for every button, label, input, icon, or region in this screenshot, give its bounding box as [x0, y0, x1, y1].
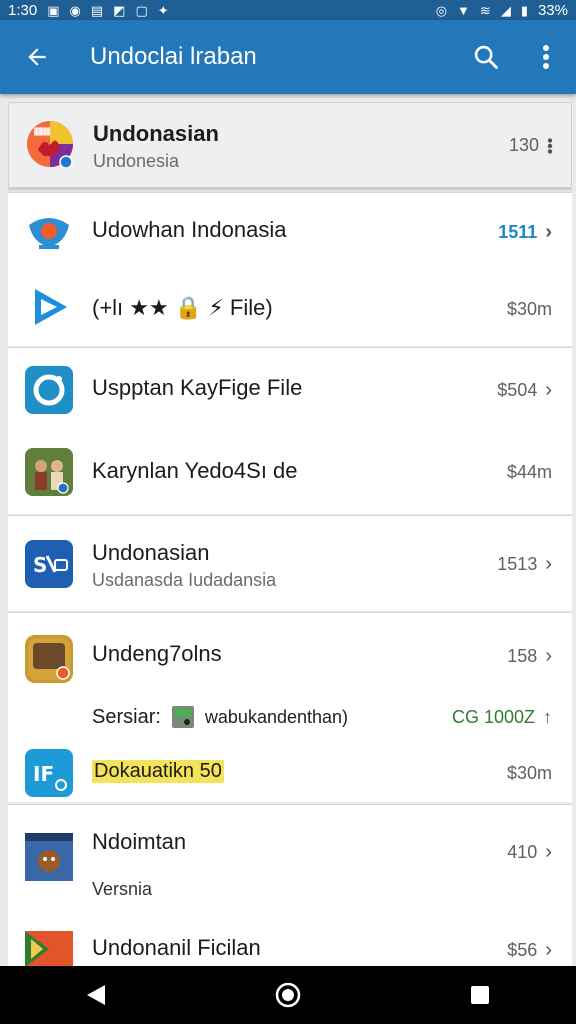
item-meta: $504 [497, 380, 538, 400]
section-panel: S Undonasian Usdanasda Iudadansia 1513 › [8, 515, 572, 611]
item-title: Undonanil Ficilan [92, 935, 261, 960]
list-item[interactable]: (+lı ★★ 🔒 ⚡ File) $30m [8, 271, 572, 347]
item-title: Undonasian [92, 540, 210, 565]
list-item[interactable]: Sersiar: wabukandenthan) CG 1000Z ↑ [8, 693, 572, 745]
item-title: Ndoimtan [92, 829, 187, 854]
featured-meta: 130 [508, 135, 539, 155]
svg-text:IF: IF [33, 762, 54, 786]
back-button[interactable] [0, 20, 74, 94]
more-vertical-icon[interactable] [547, 137, 553, 154]
featured-card[interactable]: ▓▓▓ Undonasian Undonesia 130 [8, 102, 572, 188]
nav-home-icon [275, 982, 301, 1008]
list-item[interactable]: Uspptan KayFige File $504 › [8, 348, 572, 430]
item-meta: $30m [506, 763, 552, 783]
arrow-left-icon [28, 48, 46, 66]
list-item[interactable]: Karynlan Yedo4Sı de $44m [8, 430, 572, 515]
nav-home-button[interactable] [258, 966, 318, 1024]
item-meta: 410 [507, 842, 538, 862]
list-item[interactable]: IF Dokauatikn 50 $30m [8, 745, 572, 803]
signal-icon: ◢ [500, 2, 511, 18]
more-vertical-icon [543, 45, 549, 69]
sparkle-icon: ✦ [157, 2, 169, 18]
item-meta: 1513 [497, 554, 538, 574]
item-subtitle: Usdanasda Iudadansia [92, 570, 277, 590]
arrow-up-icon: ↑ [543, 707, 552, 727]
wifi-icon: ▼ [457, 2, 470, 18]
chevron-right-icon: › [545, 645, 552, 667]
section-panel: Udowhan Indonasia 1511 › (+lı ★★ 🔒 ⚡ Fil… [8, 192, 572, 346]
item-title: Sersiar: [92, 705, 161, 728]
item-title: Uspptan KayFige File [92, 375, 303, 400]
chevron-right-icon: › [545, 221, 552, 243]
clock: 1:30 [8, 1, 38, 19]
list-item[interactable]: Undonanil Ficilan $56 › [8, 917, 572, 966]
app-icon: ▢ [135, 2, 148, 18]
flag-icon [25, 931, 73, 966]
translate-icon: S [25, 540, 73, 588]
system-nav-bar [0, 966, 576, 1024]
section-panel: Ndoimtan Versnia 410 › Undonanil Ficilan… [8, 804, 572, 966]
item-meta: 1511 [498, 222, 538, 242]
chevron-right-icon: › [545, 841, 552, 863]
chevron-right-icon: › [545, 379, 552, 401]
search-button[interactable] [456, 20, 516, 94]
item-title: Udowhan Indonasia [92, 217, 287, 242]
lotus-icon [25, 207, 73, 255]
chevron-right-icon: › [545, 553, 552, 575]
app-bar: Undoclai lraban [0, 20, 576, 94]
target-icon: ◉ [69, 2, 81, 18]
status-bar: 1:30 ▣ ◉ ▤ ◩ ▢ ✦ ◎ ▼ ≋ ◢ ▮ 33% [0, 0, 576, 20]
section-panel: Uspptan KayFige File $504 › Karynlan Yed… [8, 347, 572, 514]
play-icon [25, 283, 73, 331]
battery-icon: ▮ [520, 2, 528, 18]
nav-back-icon [87, 985, 105, 1005]
search-icon [474, 45, 498, 69]
item-meta: $30m [506, 299, 552, 319]
list-item[interactable]: S Undonasian Usdanasda Iudadansia 1513 › [8, 516, 572, 612]
chevron-right-icon: › [545, 939, 552, 961]
item-detail: wabukandenthan) [204, 706, 349, 727]
sim-icon: ▤ [90, 2, 104, 18]
app-list: ▓▓▓ Undonasian Undonesia 130 Udowhan Ind… [8, 102, 572, 966]
tv-icon [25, 635, 73, 683]
alarm-icon: ◎ [435, 2, 448, 18]
nav-recents-icon [471, 986, 489, 1004]
svg-text:▓▓▓: ▓▓▓ [34, 127, 51, 136]
item-subtitle: Versnia [92, 879, 153, 899]
item-meta: $44m [506, 462, 552, 482]
nav-back-button[interactable] [66, 966, 126, 1024]
item-title: Undeng7olns [92, 641, 222, 666]
item-title: Dokauatikn 50 [92, 760, 224, 783]
camera-icon [25, 366, 73, 414]
nosignal-icon: ◩ [113, 2, 126, 18]
item-meta: 158 [507, 646, 538, 666]
section-panel: Undeng7olns 158 › Sersiar: wabukandentha… [8, 612, 572, 802]
featured-title: Undonasian [93, 121, 219, 146]
editor-icon: IF [25, 749, 73, 797]
overflow-menu-button[interactable] [516, 20, 576, 94]
page-title: Undoclai lraban [90, 43, 257, 70]
featured-app-icon: ▓▓▓ [26, 120, 74, 168]
list-item[interactable]: Undeng7olns 158 › [8, 613, 572, 693]
photo-thumbnail-icon [25, 448, 73, 496]
item-meta: $56 [507, 940, 538, 960]
list-item[interactable]: Ndoimtan Versnia 410 › [8, 805, 572, 917]
gallery-icon: ▣ [47, 2, 60, 18]
list-item[interactable]: Udowhan Indonasia 1511 › [8, 193, 572, 271]
network-icon: ≋ [479, 2, 491, 18]
item-meta: CG 1000Z [451, 707, 535, 727]
item-title: (+lı ★★ 🔒 ⚡ File) [92, 295, 273, 320]
item-title: Karynlan Yedo4Sı de [92, 458, 298, 483]
svg-text:S: S [33, 553, 47, 577]
battery-level: 33% [537, 1, 568, 19]
book-cover-icon [25, 833, 73, 881]
featured-subtitle: Undonesia [93, 151, 180, 171]
nav-recents-button[interactable] [450, 966, 510, 1024]
file-icon [171, 706, 194, 728]
